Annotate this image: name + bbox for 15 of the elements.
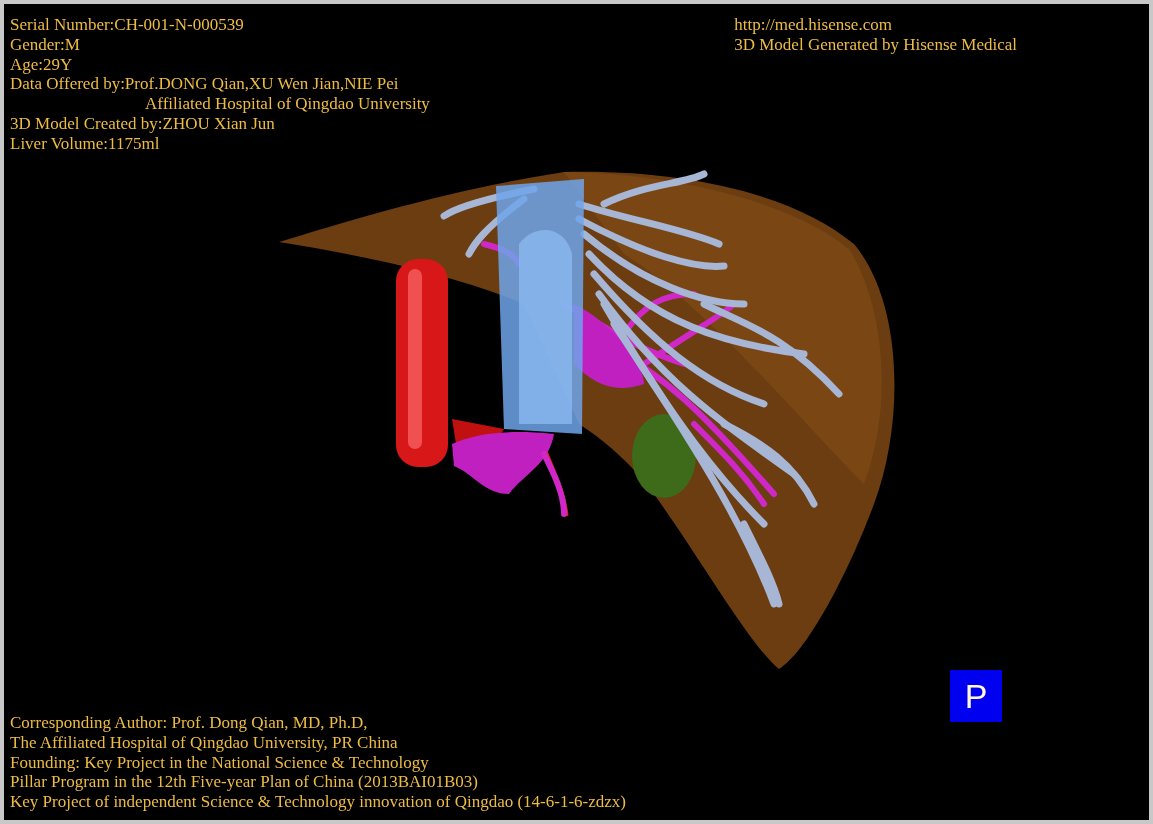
footer-line: Pillar Program in the 12th Five-year Plan of China (2013BAI01B03) <box>10 772 478 793</box>
footer-line: Corresponding Author: Prof. Dong Qian, MD, Ph.D, <box>10 713 368 733</box>
credit-line: 3D Model Generated by Hisense Medical <box>734 34 1017 55</box>
footer-line: The Affiliated Hospital of Qingdao University, PR China <box>10 732 398 753</box>
info-line: Age:29Y <box>10 54 73 75</box>
orientation-indicator: P <box>950 670 1002 722</box>
info-line: 3D Model Created by:ZHOU Xian Jun <box>10 114 275 134</box>
footer-line: Founding: Key Project in the National Science & Technology <box>10 752 429 773</box>
info-line: Gender:M <box>10 34 80 55</box>
credit-line: http://med.hisense.com <box>734 15 892 35</box>
info-line: Serial Number:CH-001-N-000539 <box>10 15 244 35</box>
footer-line: Key Project of independent Science & Technology innovation of Qingdao (14-6-1-6-zdzx) <box>10 792 626 812</box>
info-line: Affiliated Hospital of Qingdao University <box>145 94 430 114</box>
info-line: Data Offered by:Prof.DONG Qian,XU Wen Jian,NIE Pei <box>10 74 399 95</box>
info-line: Liver Volume:1175ml <box>10 133 160 154</box>
